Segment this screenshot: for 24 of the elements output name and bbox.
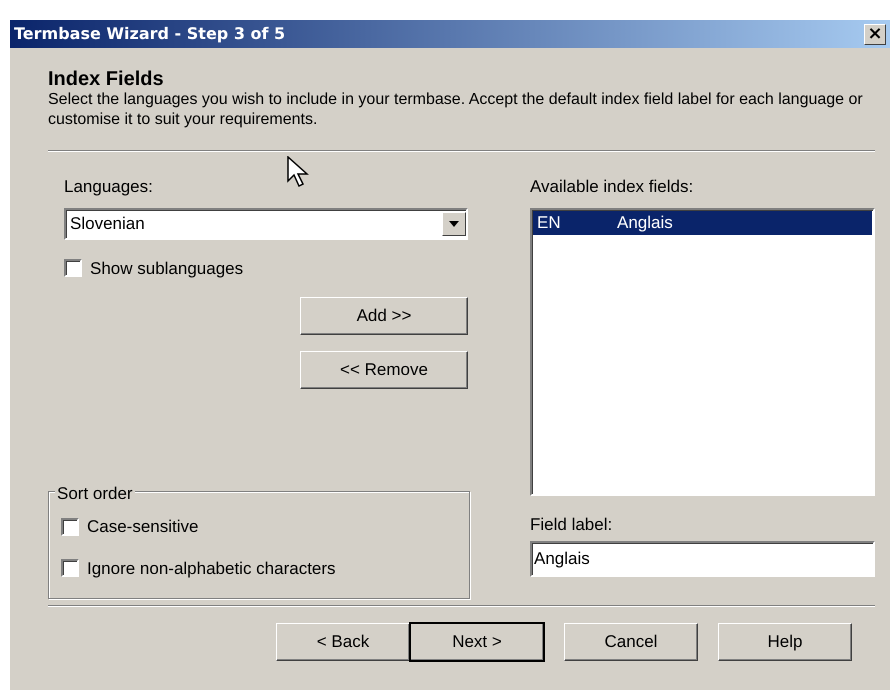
languages-label: Languages: — [64, 176, 154, 198]
checkbox-label: Case-sensitive — [87, 516, 198, 538]
window-title: Termbase Wizard - Step 3 of 5 — [14, 23, 286, 45]
wizard-button[interactable]: Next > — [410, 623, 544, 661]
wizard-button[interactable]: Cancel — [564, 623, 698, 661]
page-description: Select the languages you wish to include in your termbase. Accept the default index field label for each language or customise it to suit your requirements. — [48, 90, 864, 130]
languages-dropdown[interactable]: Slovenian — [64, 208, 468, 240]
field-label-input[interactable]: Anglais — [530, 541, 875, 577]
field-label-label: Field label: — [530, 514, 614, 536]
page-heading: Index Fields — [48, 68, 165, 90]
wizard-button[interactable]: < Back — [276, 623, 410, 661]
checkbox-label: Ignore non-alphabetic characters — [87, 558, 336, 580]
mouse-pointer-icon — [287, 156, 309, 188]
add-button[interactable]: Add >> — [300, 297, 468, 335]
remove-button[interactable]: << Remove — [300, 351, 468, 389]
checkbox-label: Show sublanguages — [90, 258, 244, 280]
dropdown-value: Slovenian — [69, 212, 146, 235]
available-fields-label: Available index fields: — [530, 176, 694, 198]
checkbox[interactable] — [64, 259, 82, 278]
checkbox[interactable] — [61, 559, 79, 578]
checkbox[interactable] — [61, 518, 79, 536]
list-item[interactable]: EN Anglais — [533, 210, 872, 234]
wizard-button[interactable]: Help — [718, 623, 852, 661]
close-button[interactable]: × — [864, 24, 886, 44]
